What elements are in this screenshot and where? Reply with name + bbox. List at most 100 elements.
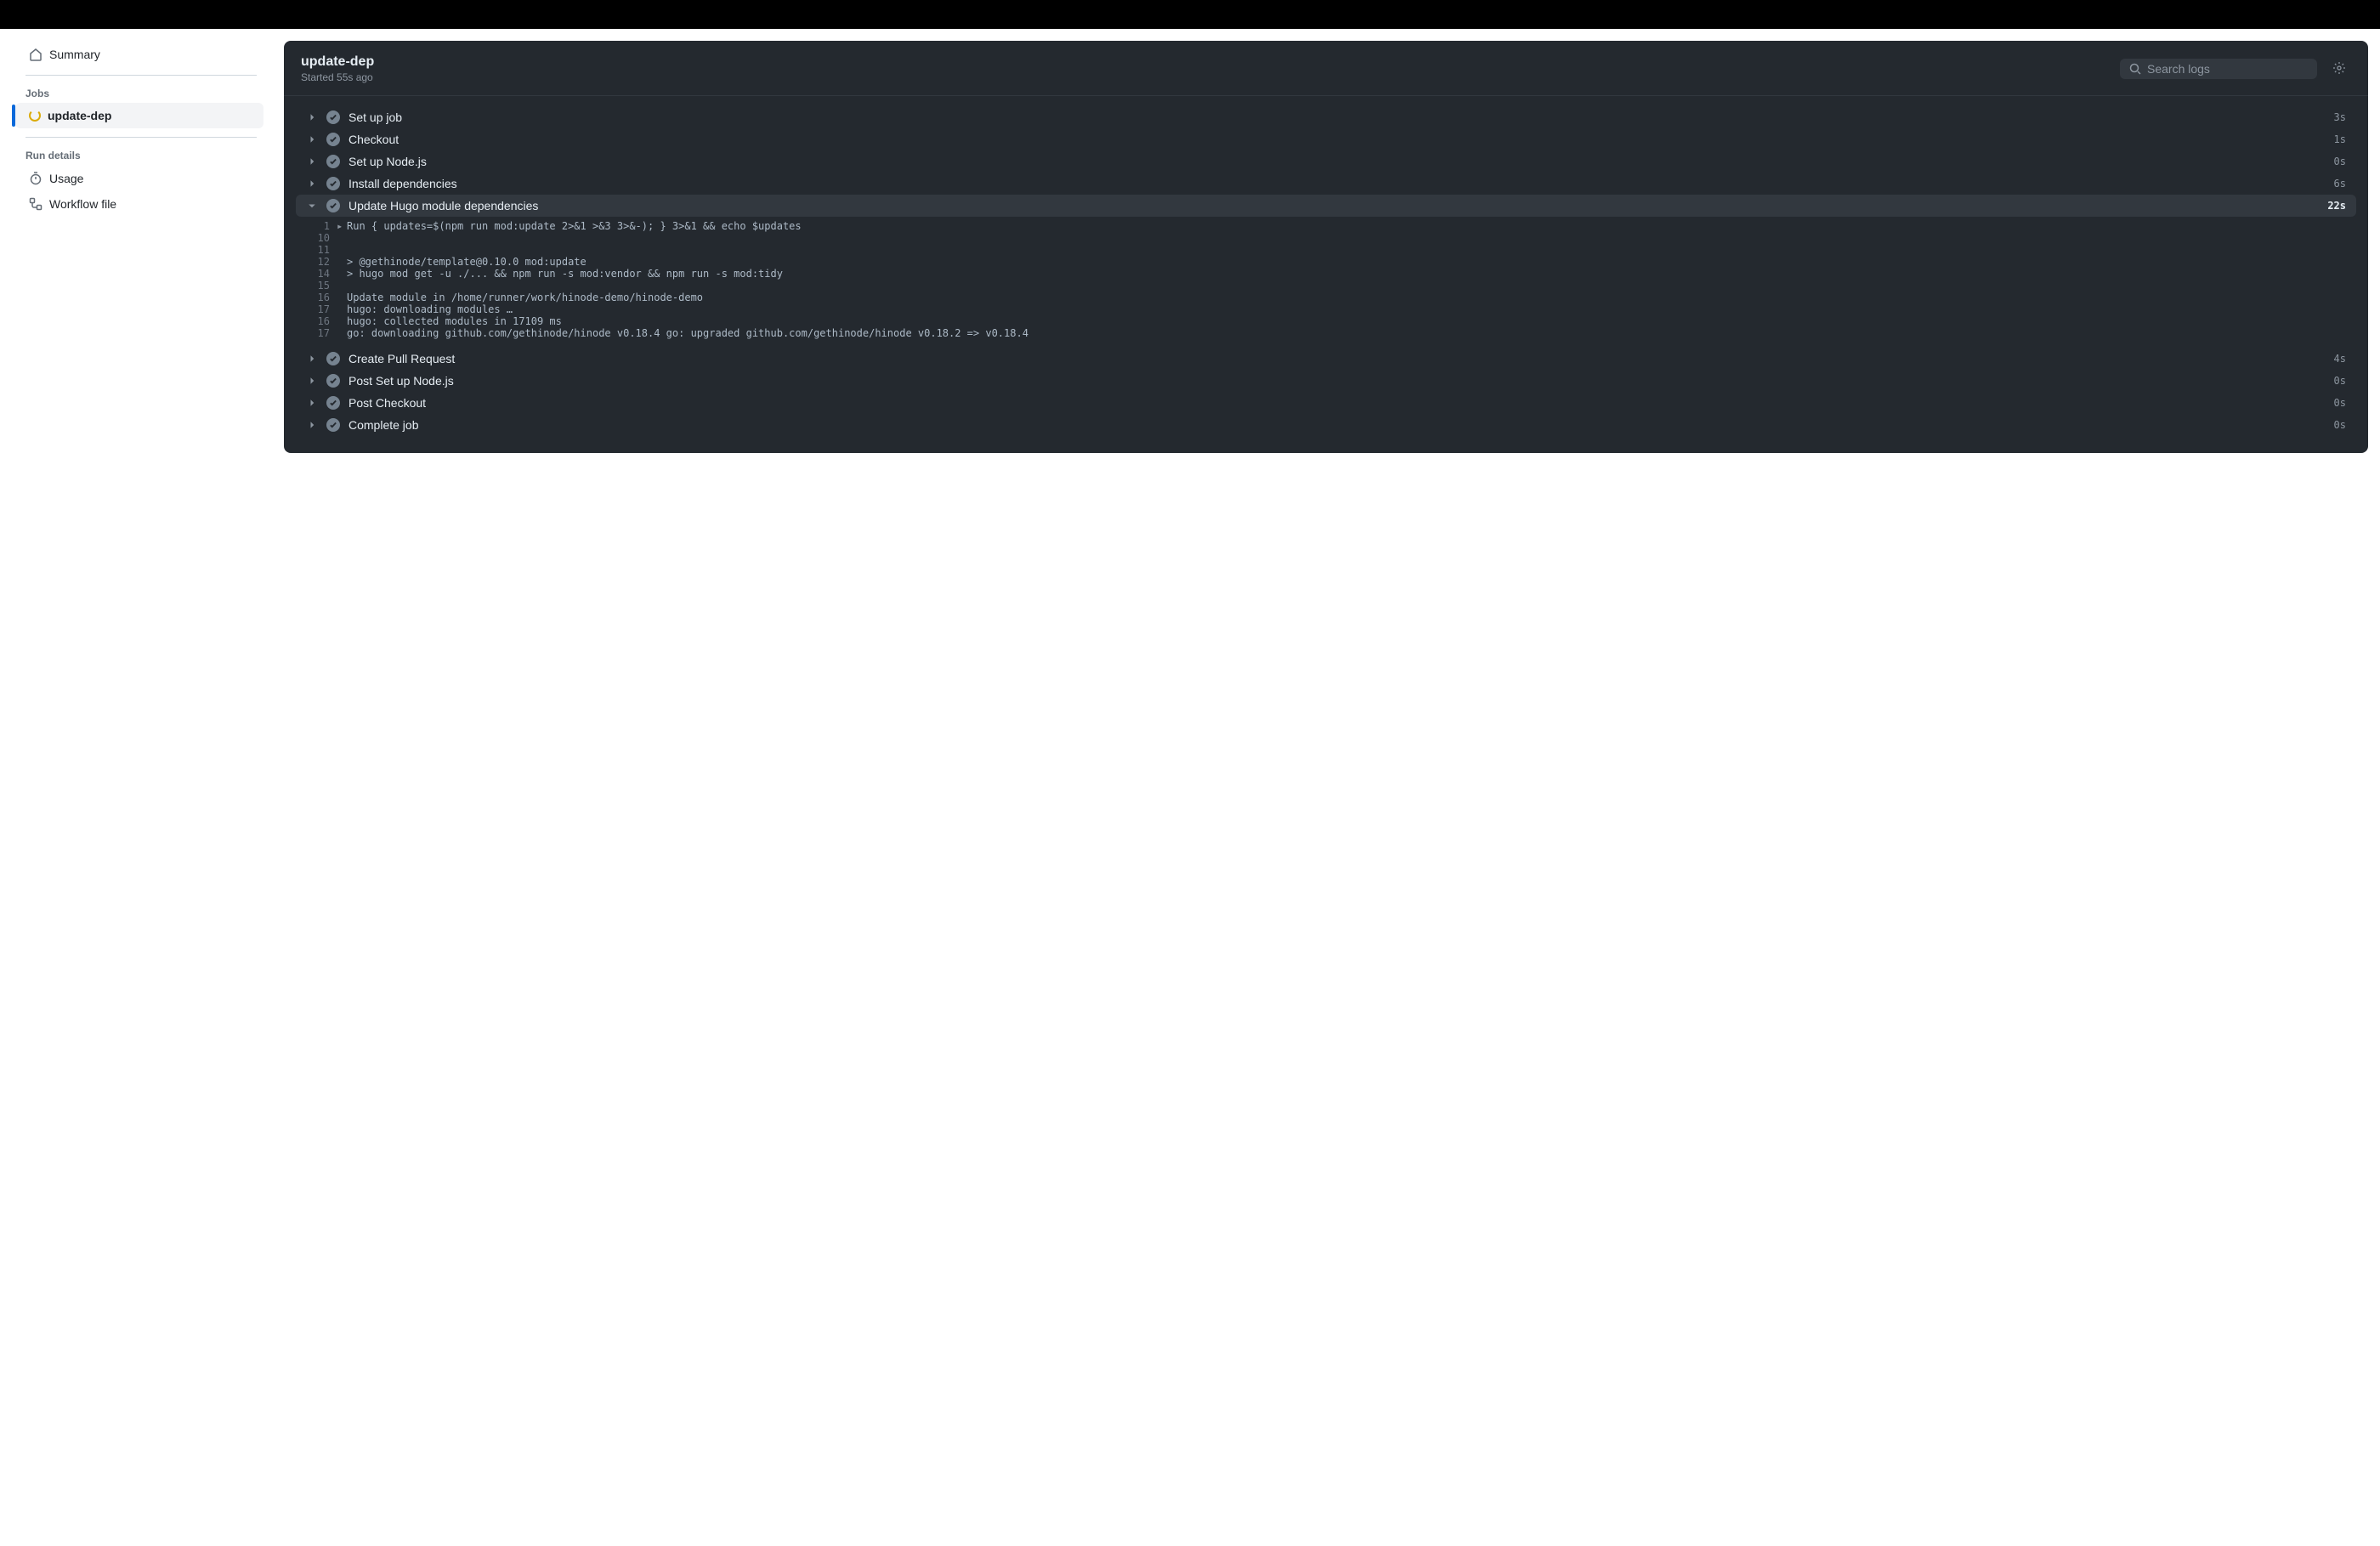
sidebar-heading-jobs: Jobs bbox=[12, 76, 264, 103]
stopwatch-icon bbox=[29, 172, 42, 185]
sidebar-item-workflow-file[interactable]: Workflow file bbox=[19, 192, 264, 216]
log-line: 16 hugo: collected modules in 17109 ms bbox=[296, 315, 2356, 327]
check-circle-icon bbox=[326, 418, 340, 432]
sidebar-item-label: Summary bbox=[49, 48, 100, 61]
step-duration: 0s bbox=[2334, 156, 2346, 167]
step-row[interactable]: Post Checkout 0s bbox=[296, 392, 2356, 414]
caret-spacer bbox=[337, 232, 347, 244]
chevron-right-icon bbox=[306, 376, 318, 386]
steps-list: Set up job3s Checkout 1s Set up Node.js 0s In… bbox=[284, 96, 2368, 453]
step-label: Install dependencies bbox=[348, 177, 2326, 190]
line-number: 15 bbox=[303, 280, 337, 292]
chevron-right-icon bbox=[306, 354, 318, 364]
caret-spacer bbox=[337, 256, 347, 268]
check-circle-icon bbox=[326, 110, 340, 124]
sidebar-job-label: update-dep bbox=[48, 109, 111, 122]
step-row[interactable]: Checkout 1s bbox=[296, 128, 2356, 150]
step-duration: 1s bbox=[2334, 133, 2346, 145]
step-duration: 0s bbox=[2334, 397, 2346, 409]
log-line: 12 > @gethinode/template@0.10.0 mod:upda… bbox=[296, 256, 2356, 268]
step-duration: 22s bbox=[2327, 200, 2346, 212]
sidebar-item-label: Usage bbox=[49, 172, 83, 185]
chevron-right-icon bbox=[306, 178, 318, 189]
step-row[interactable]: Create Pull Request 4s bbox=[296, 348, 2356, 370]
log-line: 17 go: downloading github.com/gethinode/… bbox=[296, 327, 2356, 339]
search-icon bbox=[2128, 62, 2142, 76]
line-number: 14 bbox=[303, 268, 337, 280]
step-row[interactable]: Install dependencies6s bbox=[296, 173, 2356, 195]
step-duration: 3s bbox=[2334, 111, 2346, 123]
caret-spacer bbox=[337, 292, 347, 303]
caret-spacer bbox=[337, 303, 347, 315]
chevron-right-icon bbox=[306, 112, 318, 122]
step-label: Complete job bbox=[348, 418, 2326, 432]
line-number: 12 bbox=[303, 256, 337, 268]
chevron-right-icon bbox=[306, 420, 318, 430]
line-number: 17 bbox=[303, 327, 337, 339]
log-line: 14 > hugo mod get -u ./... && npm run -s… bbox=[296, 268, 2356, 280]
step-label: Set up Node.js bbox=[348, 155, 2326, 168]
line-number: 1 bbox=[303, 220, 337, 232]
caret-spacer bbox=[337, 315, 347, 327]
step-row[interactable]: Update Hugo module dependencies 22s bbox=[296, 195, 2356, 217]
sidebar-item-label: Workflow file bbox=[49, 197, 116, 211]
workflow-icon bbox=[29, 197, 42, 211]
caret-spacer bbox=[337, 280, 347, 292]
log-output: 1▸ Run { updates=$(npm run mod:update 2>… bbox=[296, 217, 2356, 348]
step-row[interactable]: Set up job3s bbox=[296, 106, 2356, 128]
panel-title: update-dep bbox=[301, 54, 2120, 70]
chevron-right-icon bbox=[306, 398, 318, 408]
log-text: go: downloading github.com/gethinode/hin… bbox=[347, 327, 1028, 339]
search-input[interactable] bbox=[2147, 62, 2309, 76]
line-number: 11 bbox=[303, 244, 337, 256]
caret-spacer bbox=[337, 244, 347, 256]
sidebar-job-update-dep[interactable]: update-dep bbox=[15, 103, 264, 128]
panel-subtitle: Started 55s ago bbox=[301, 71, 2120, 83]
step-duration: 0s bbox=[2334, 419, 2346, 431]
line-number: 16 bbox=[303, 315, 337, 327]
log-panel: update-dep Started 55s ago Set up job3sC… bbox=[284, 41, 2368, 453]
check-circle-icon bbox=[326, 177, 340, 190]
check-circle-icon bbox=[326, 396, 340, 410]
check-circle-icon bbox=[326, 155, 340, 168]
step-label: Post Set up Node.js bbox=[348, 374, 2326, 388]
panel-header: update-dep Started 55s ago bbox=[284, 41, 2368, 96]
chevron-down-icon bbox=[306, 201, 318, 211]
log-line: 11 bbox=[296, 244, 2356, 256]
sidebar-heading-run-details: Run details bbox=[12, 138, 264, 165]
check-circle-icon bbox=[326, 352, 340, 365]
spinner-icon bbox=[29, 110, 41, 122]
sidebar: Summary Jobs update-dep Run details Usag… bbox=[12, 41, 264, 218]
step-row[interactable]: Post Set up Node.js 0s bbox=[296, 370, 2356, 392]
log-line: 16 Update module in /home/runner/work/hi… bbox=[296, 292, 2356, 303]
log-text: > @gethinode/template@0.10.0 mod:update bbox=[347, 256, 586, 268]
log-text: hugo: downloading modules … bbox=[347, 303, 513, 315]
log-text: Update module in /home/runner/work/hinod… bbox=[347, 292, 703, 303]
caret-spacer bbox=[337, 327, 347, 339]
step-duration: 0s bbox=[2334, 375, 2346, 387]
sidebar-item-summary[interactable]: Summary bbox=[19, 42, 264, 66]
step-row[interactable]: Set up Node.js 0s bbox=[296, 150, 2356, 173]
log-text: Run { updates=$(npm run mod:update 2>&1 … bbox=[347, 220, 802, 232]
gear-icon bbox=[2332, 61, 2346, 77]
sidebar-item-usage[interactable]: Usage bbox=[19, 167, 264, 190]
log-line: 17 hugo: downloading modules … bbox=[296, 303, 2356, 315]
settings-button[interactable] bbox=[2327, 57, 2351, 81]
chevron-right-icon bbox=[306, 156, 318, 167]
chevron-right-icon bbox=[306, 134, 318, 144]
step-label: Update Hugo module dependencies bbox=[348, 199, 2319, 212]
step-row[interactable]: Complete job 0s bbox=[296, 414, 2356, 436]
line-number: 16 bbox=[303, 292, 337, 303]
step-label: Create Pull Request bbox=[348, 352, 2326, 365]
step-label: Checkout bbox=[348, 133, 2326, 146]
caret-spacer bbox=[337, 268, 347, 280]
step-duration: 4s bbox=[2334, 353, 2346, 365]
step-label: Post Checkout bbox=[348, 396, 2326, 410]
log-line: 1▸ Run { updates=$(npm run mod:update 2>… bbox=[296, 220, 2356, 232]
search-logs-field[interactable] bbox=[2120, 59, 2317, 79]
check-circle-icon bbox=[326, 199, 340, 212]
log-line: 10 bbox=[296, 232, 2356, 244]
line-number: 10 bbox=[303, 232, 337, 244]
log-line: 15 bbox=[296, 280, 2356, 292]
check-circle-icon bbox=[326, 374, 340, 388]
